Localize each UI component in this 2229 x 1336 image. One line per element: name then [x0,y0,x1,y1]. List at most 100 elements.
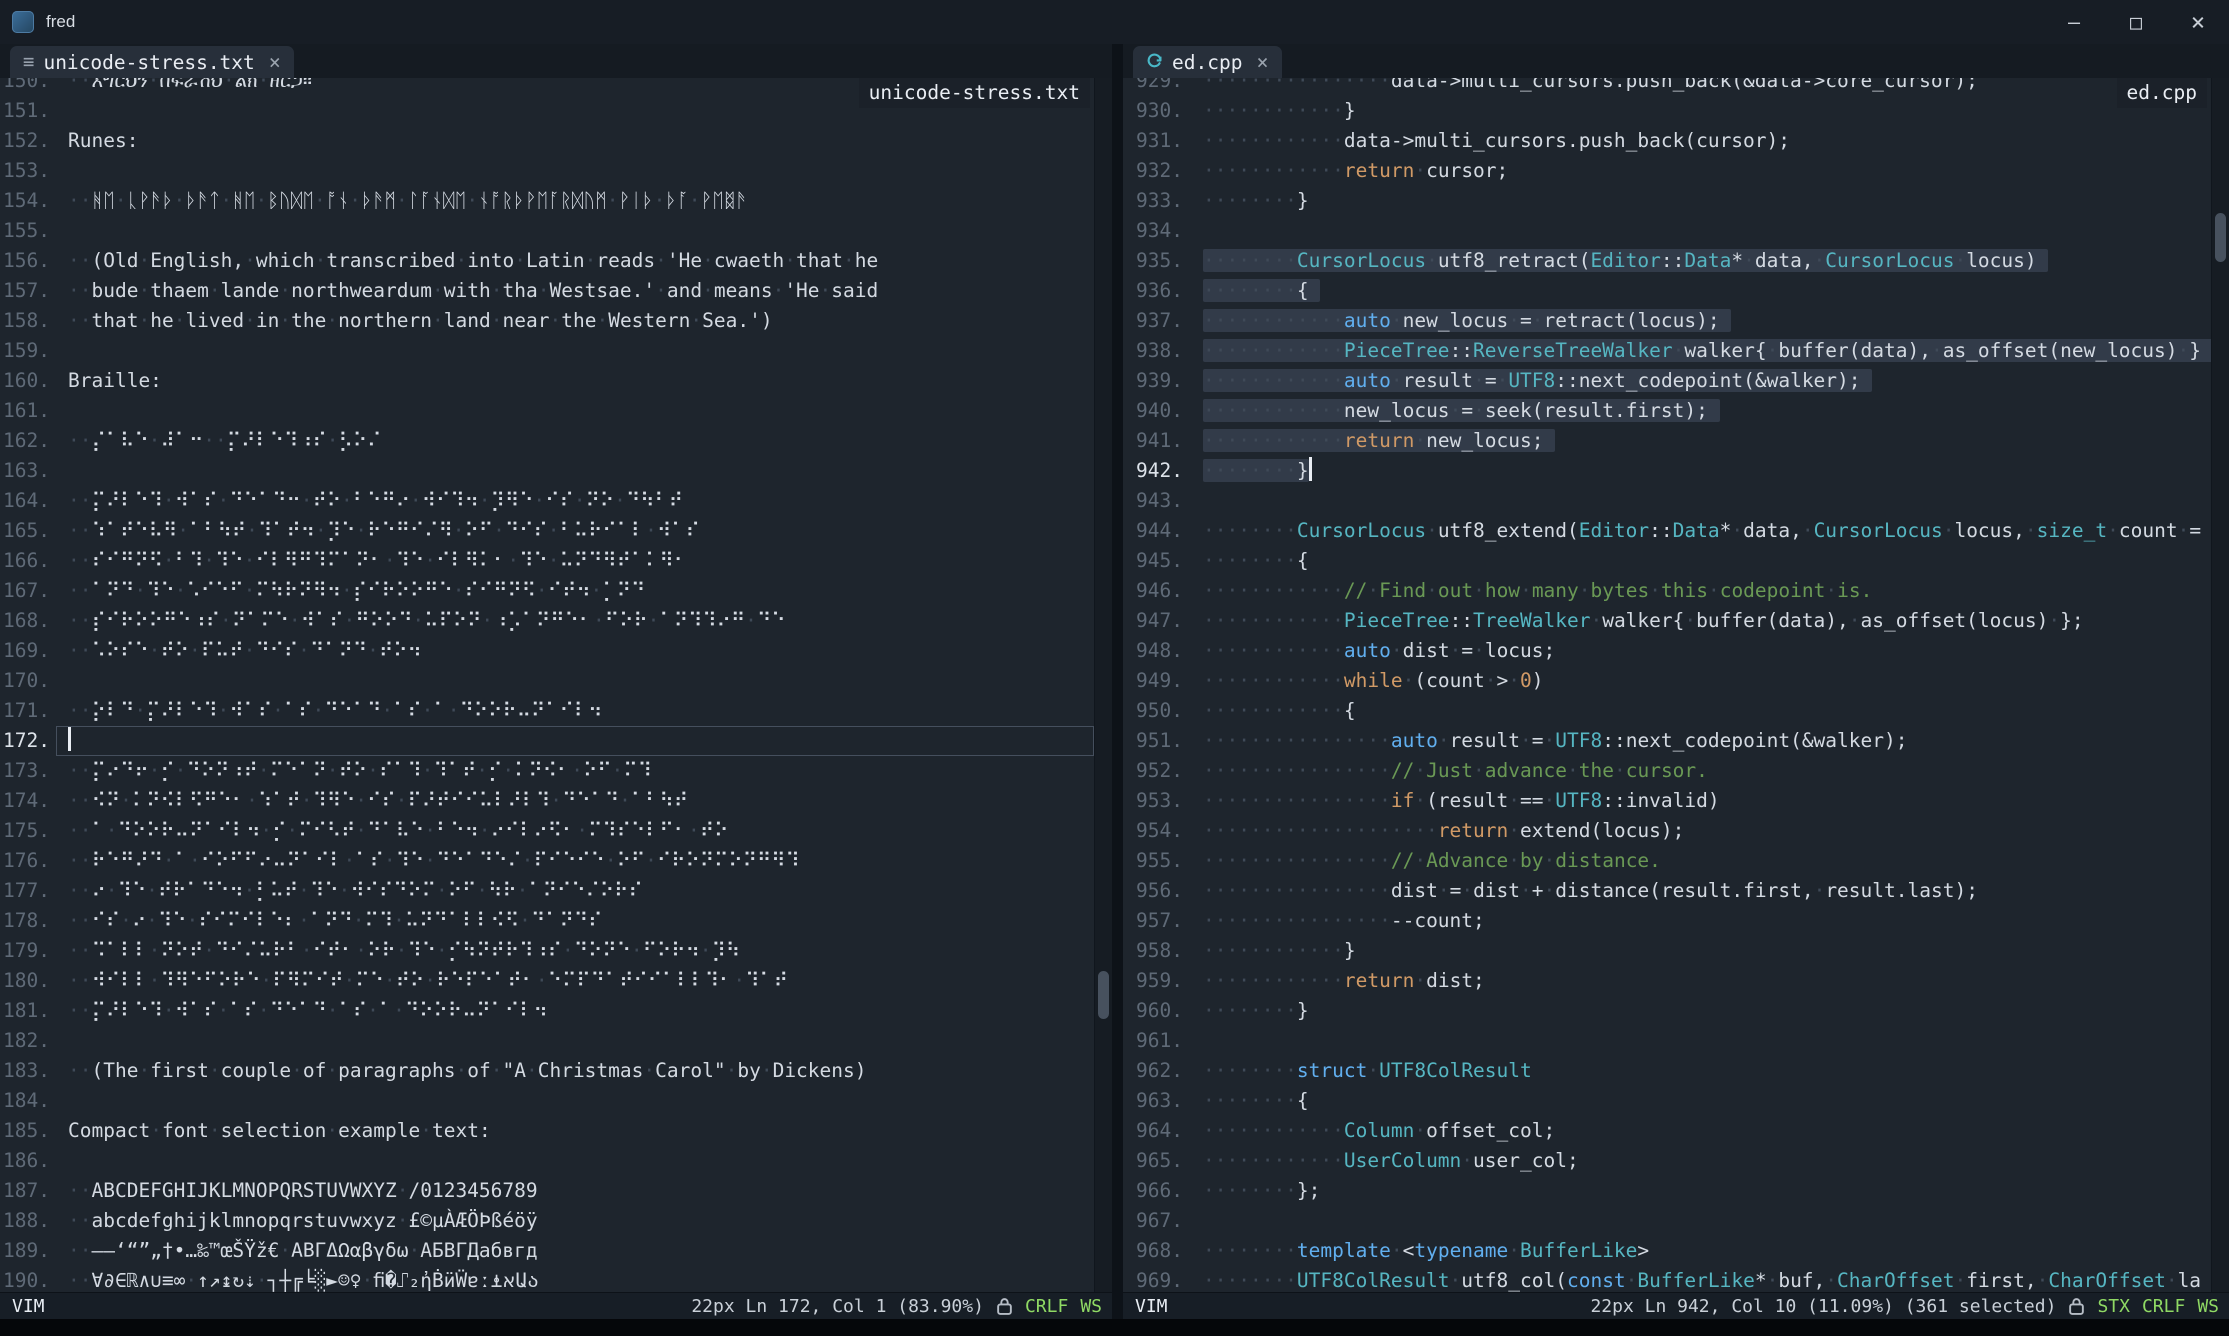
code-line[interactable]: 161. [0,396,1094,426]
left-scrollbar-thumb[interactable] [1098,971,1109,1019]
code-line[interactable]: 187.··ABCDEFGHIJKLMNOPQRSTUVWXYZ·/012345… [0,1176,1094,1206]
code-line[interactable]: 939.············auto·result·=·UTF8::next… [1123,366,2211,396]
code-line[interactable]: 963.········{ [1123,1086,2211,1116]
code-line[interactable]: 171.··⡕⠇⠙·⡍⠜⠇⠑⠹·⠺⠁⠎·⠁⠎·⠙⠑⠁⠙·⠁⠎·⠁·⠙⠕⠕⠗⠤⠝⠁… [0,696,1094,726]
code-line[interactable]: 969.········UTF8ColResult·utf8_col(const… [1123,1266,2211,1292]
code-line[interactable]: 930.············} [1123,96,2211,126]
code-line[interactable]: 157.··bude·thaem·lande·northweardum·with… [0,276,1094,306]
cursor-position-info: 22px Ln 172, Col 1 (83.90%) [691,1296,984,1317]
code-line[interactable]: 174.··⠪⠝·⠅⠝⠪⠇⠫⠛⠑⠂·⠱⠁⠞·⠹⠻⠑·⠊⠎·⠏⠜⠞⠊⠊⠥⠇⠜⠇⠹·… [0,786,1094,816]
code-line[interactable]: 962.········struct·UTF8ColResult [1123,1056,2211,1086]
left-scrollbar[interactable] [1094,78,1112,1292]
code-line[interactable]: 170. [0,666,1094,696]
code-line[interactable]: 169.··⠡⠕⠎⠑·⠞⠕·⠏⠥⠞·⠙⠊⠎·⠙⠁⠝⠙·⠞⠕⠲ [0,636,1094,666]
code-line[interactable]: 177.··⠔·⠹⠑·⠞⠗⠁⠙⠑⠲·⡃⠥⠞·⠹⠑·⠺⠊⠎⠙⠕⠍·⠕⠋·⠳⠗·⠁⠝… [0,876,1094,906]
code-line[interactable]: 937.············auto·new_locus·=·retract… [1123,306,2211,336]
code-line[interactable]: 957.················--count; [1123,906,2211,936]
code-line[interactable]: 176.··⠗⠑⠛⠜⠙·⠁·⠊⠕⠋⠋⠔⠤⠝⠁⠊⠇·⠁⠎·⠹⠑·⠙⠑⠁⠙⠑⠌·⠏⠊… [0,846,1094,876]
code-line[interactable]: 156.··(Old·English,·which·transcribed·in… [0,246,1094,276]
code-line[interactable]: 967. [1123,1206,2211,1236]
code-line[interactable]: 943. [1123,486,2211,516]
right-editor-content[interactable]: 929.················data->multi_cursors.… [1123,78,2211,1292]
code-line[interactable]: 178.··⠊⠎·⠔·⠹⠑·⠎⠊⠍⠊⠇⠑⠆·⠁⠝⠙·⠍⠹·⠥⠝⠙⠁⠇⠇⠪⠫·⠙⠁… [0,906,1094,936]
code-line[interactable]: 956.················dist·=·dist·+·distan… [1123,876,2211,906]
code-line[interactable]: 935.········CursorLocus·utf8_retract(Edi… [1123,246,2211,276]
code-line[interactable]: 188.··abcdefghijklmnopqrstuvwxyz·£©µÀÆÖÞ… [0,1206,1094,1236]
code-line[interactable]: 945.········{ [1123,546,2211,576]
code-line[interactable]: 936.········{ [1123,276,2211,306]
code-line[interactable]: 941.············return·new_locus; [1123,426,2211,456]
code-line[interactable]: 180.··⠺⠊⠇⠇·⠹⠻⠑⠋⠕⠗⠑·⠏⠻⠍⠊⠞·⠍⠑·⠞⠕·⠗⠑⠏⠑⠁⠞⠂·⠑… [0,966,1094,996]
code-line[interactable]: 159. [0,336,1094,366]
code-line[interactable]: 968.········template·<typename·BufferLik… [1123,1236,2211,1266]
code-line[interactable]: 164.··⡍⠜⠇⠑⠹·⠺⠁⠎·⠙⠑⠁⠙⠒·⠞⠕·⠃⠑⠛⠔·⠺⠊⠹⠲·⡹⠻⠑·⠊… [0,486,1094,516]
code-line[interactable]: 162.··⡌⠁⠧⠑·⠼⠁⠒··⡍⠜⠇⠑⠹⠰⠎·⡣⠕⠌ [0,426,1094,456]
code-line[interactable]: 946.············//·Find·out·how·many·byt… [1123,576,2211,606]
code-line[interactable]: 160.Braille: [0,366,1094,396]
code-line[interactable]: 168.··⡎⠊⠗⠕⠕⠛⠑⠰⠎·⠝⠁⠍⠑·⠺⠁⠎·⠛⠕⠕⠙·⠥⠏⠕⠝·⠰⡡⠁⠝⠛… [0,606,1094,636]
code-line[interactable]: 942.········} [1123,456,2211,486]
code-line[interactable]: 158.··that·he·lived·in·the·northern·land… [0,306,1094,336]
code-line[interactable]: 958.············} [1123,936,2211,966]
code-line[interactable]: 179.··⠩⠁⠇⠇·⠝⠕⠞·⠙⠊⠌⠥⠗⠃·⠊⠞⠂·⠕⠗·⠹⠑·⡊⠳⠝⠞⠗⠹⠰⠎… [0,936,1094,966]
tab-close-icon[interactable]: × [1256,50,1268,74]
line-number: 167. [0,576,56,606]
code-line[interactable]: 184. [0,1086,1094,1116]
tab-ed-cpp[interactable]: ed.cpp × [1133,46,1282,78]
code-line[interactable]: 153. [0,156,1094,186]
tab-close-icon[interactable]: × [269,50,281,74]
code-line[interactable]: 167.··⠁⠝⠙·⠹⠑·⠡⠊⠑⠋·⠍⠳⠗⠝⠻⠲·⡎⠊⠗⠕⠕⠛⠑·⠎⠊⠛⠝⠫·⠊… [0,576,1094,606]
minimize-button[interactable]: – [2043,0,2105,44]
code-line[interactable]: 961. [1123,1026,2211,1056]
code-line[interactable]: 152.Runes: [0,126,1094,156]
code-line[interactable]: 948.············auto·dist·=·locus; [1123,636,2211,666]
code-line[interactable]: 966.········}; [1123,1176,2211,1206]
code-line[interactable]: 166.··⠎⠊⠛⠝⠫·⠃⠹·⠹⠑·⠊⠇⠻⠛⠹⠍⠁⠝⠂·⠹⠑·⠊⠇⠻⠅⠂·⠹⠑·… [0,546,1094,576]
code-line[interactable]: 182. [0,1026,1094,1056]
code-line[interactable]: 950.············{ [1123,696,2211,726]
right-scrollbar[interactable] [2211,78,2229,1292]
right-scrollbar-thumb[interactable] [2215,213,2226,262]
code-line[interactable]: 932.············return·cursor; [1123,156,2211,186]
tab-unicode-stress-txt[interactable]: ≡ unicode-stress.txt × [10,46,294,78]
code-line[interactable]: 185.Compact·font·selection·example·text: [0,1116,1094,1146]
code-line[interactable]: 947.············PieceTree::TreeWalker·wa… [1123,606,2211,636]
code-line[interactable]: 175.··⠁·⠙⠕⠕⠗⠤⠝⠁⠊⠇⠲·⡊·⠍⠊⠣⠞·⠙⠁⠧⠑·⠃⠑⠲·⠔⠊⠇⠔⠫… [0,816,1094,846]
code-line[interactable]: 954.····················return·extend(lo… [1123,816,2211,846]
code-line[interactable]: 183.··(The·first·couple·of·paragraphs·of… [0,1056,1094,1086]
code-line[interactable]: 952.················//·Just·advance·the·… [1123,756,2211,786]
code-line[interactable]: 172. [0,726,1094,756]
line-number: 161. [0,396,56,426]
code-line[interactable]: 165.··⠱⠁⠞⠑⠧⠻·⠁⠃⠳⠞·⠹⠁⠞⠲·⡹⠑·⠗⠑⠛⠊⠌⠻·⠕⠋·⠙⠊⠎·… [0,516,1094,546]
code-line[interactable]: 959.············return·dist; [1123,966,2211,996]
code-line[interactable]: 190.··∀∂∈ℝ∧∪≡∞·↑↗↨↻⇣·┐┼╔╘░►☺♀·ﬁ�⑀₂ἠḂӥẄɐː… [0,1266,1094,1292]
close-button[interactable]: × [2167,0,2229,44]
code-line[interactable]: 940.············new_locus·=·seek(result.… [1123,396,2211,426]
code-line[interactable]: 929.················data->multi_cursors.… [1123,78,2211,96]
maximize-button[interactable]: □ [2105,0,2167,44]
code-line[interactable]: 965.············UserColumn·user_col; [1123,1146,2211,1176]
code-line[interactable]: 938.············PieceTree::ReverseTreeWa… [1123,336,2211,366]
code-line[interactable]: 933.········} [1123,186,2211,216]
code-line[interactable]: 951.················auto·result·=·UTF8::… [1123,726,2211,756]
code-line[interactable]: 934. [1123,216,2211,246]
code-line[interactable]: 186. [0,1146,1094,1176]
code-line[interactable]: 154.··ᚻᛖ·ᚳᚹᚫᚦ·ᚦᚫᛏ·ᚻᛖ·ᛒᚢᛞᛖ·ᚩᚾ·ᚦᚫᛗ·ᛚᚪᚾᛞᛖ·ᚾ… [0,186,1094,216]
code-line[interactable]: 944.········CursorLocus·utf8_extend(Edit… [1123,516,2211,546]
code-line[interactable]: 953.················if·(result·==·UTF8::… [1123,786,2211,816]
code-line[interactable]: 189.··–—‘“”„†•…‰™œŠŸž€·ΑΒΓΔΩαβγδω·АБВГДа… [0,1236,1094,1266]
pane-divider[interactable] [1112,44,1123,1319]
code-line[interactable]: 964.············Column·offset_col; [1123,1116,2211,1146]
code-line[interactable]: 163. [0,456,1094,486]
code-line[interactable]: 955.················//·Advance·by·distan… [1123,846,2211,876]
lock-icon[interactable] [997,1297,1012,1315]
left-editor-content[interactable]: 150.··እግርህን·በፍራሽህ·ልክ·ዘርጋ።151.152.Runes:1… [0,78,1094,1292]
status-flag-stx: STX [2097,1296,2130,1317]
code-line[interactable]: 173.··⡍⠔⠙⠖·⡊·⠙⠕⠝⠰⠞·⠍⠑⠁⠝·⠞⠕·⠎⠁⠹·⠹⠁⠞·⡊·⠅⠝⠪… [0,756,1094,786]
code-line[interactable]: 931.············data->multi_cursors.push… [1123,126,2211,156]
code-line[interactable]: 949.············while·(count·>·0) [1123,666,2211,696]
code-line[interactable]: 960.········} [1123,996,2211,1026]
code-line[interactable]: 155. [0,216,1094,246]
lock-icon[interactable] [2069,1297,2084,1315]
code-line[interactable]: 181.··⡍⠜⠇⠑⠹·⠺⠁⠎·⠁⠎·⠙⠑⠁⠙·⠁⠎·⠁·⠙⠕⠕⠗⠤⠝⠁⠊⠇⠲ [0,996,1094,1026]
